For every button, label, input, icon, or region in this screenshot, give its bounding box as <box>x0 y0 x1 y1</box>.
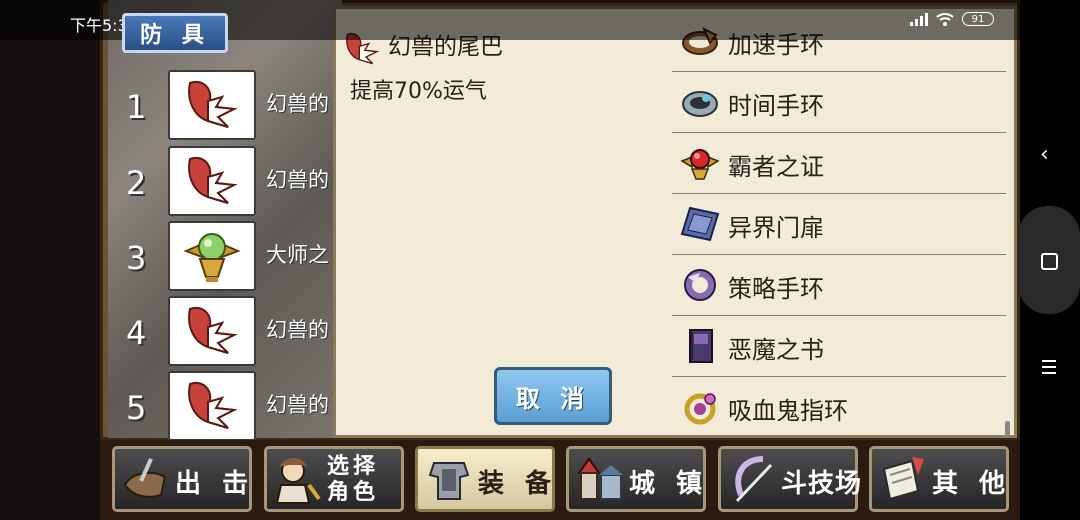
signal-icon <box>910 12 928 26</box>
slot-item-name: 大师之 <box>266 243 329 267</box>
nav-equipment-button[interactable]: 装 备 <box>415 446 555 512</box>
master-badge-icon <box>168 221 256 291</box>
item-list-scrollbar[interactable] <box>1005 421 1010 437</box>
demon-book-icon <box>689 329 713 363</box>
equipment-slot-3[interactable]: 3 大师之 <box>118 221 358 295</box>
nav-sortie-button[interactable]: 出 击 <box>112 446 252 512</box>
item-list-entry[interactable]: 恶魔之书 <box>672 316 1006 377</box>
nav-town-button[interactable]: 城 镇 <box>566 446 706 512</box>
nav-label: 斗技场 <box>781 469 863 499</box>
battery-icon: 91 <box>962 12 994 26</box>
category-tab-armor[interactable]: 防 具 <box>122 13 228 53</box>
item-list-entry[interactable]: 时间手环 <box>672 72 1006 133</box>
status-icons: 91 <box>910 12 994 26</box>
otherworld-door-icon <box>680 206 720 242</box>
item-list-entry[interactable]: 异界门扉 <box>672 194 1006 255</box>
nav-label: 其 他 <box>932 469 1012 499</box>
slot-number: 4 <box>126 314 147 352</box>
slot-number: 3 <box>126 239 147 277</box>
equipment-slot-4[interactable]: 4 幻兽的 <box>118 296 358 370</box>
equipment-slot-2[interactable]: 2 幻兽的 <box>118 146 358 220</box>
slot-number: 1 <box>126 88 147 126</box>
slot-number: 2 <box>126 164 147 202</box>
item-list-label: 异界门扉 <box>728 214 824 242</box>
fox-tail-icon <box>168 146 256 216</box>
fox-tail-icon <box>168 371 256 441</box>
item-list-label: 时间手环 <box>728 92 824 120</box>
selected-item-description: 提高70%运气 <box>350 79 487 104</box>
equipment-slot-5[interactable]: 5 幻兽的 <box>118 371 358 445</box>
slot-item-name: 幻兽的 <box>266 318 329 342</box>
equipment-slot-1[interactable]: 1 幻兽的 <box>118 70 358 144</box>
item-list-entry[interactable]: 策略手环 <box>672 255 1006 316</box>
nav-arena-button[interactable]: 斗技场 <box>718 446 861 512</box>
equipment-icon <box>428 462 470 500</box>
item-list-entry[interactable]: 吸血鬼指环 <box>672 377 1006 438</box>
nav-label: 装 备 <box>478 469 558 499</box>
nav-other-button[interactable]: 其 他 <box>869 446 1009 512</box>
sortie-icon <box>123 458 167 498</box>
vampire-ring-icon <box>684 393 716 425</box>
slot-number: 5 <box>126 389 147 427</box>
slot-item-name: 幻兽的 <box>266 92 329 116</box>
time-bracelet-icon <box>682 91 718 117</box>
game-screen: 防 具 1 幻兽的 2 幻兽的 3 大师之 4 幻兽的 5 幻兽的 幻兽的尾巴 … <box>0 0 1020 520</box>
item-list-entry[interactable]: 霸者之证 <box>672 133 1006 194</box>
slot-item-name: 幻兽的 <box>266 393 329 417</box>
slot-item-name: 幻兽的 <box>266 168 329 192</box>
champion-proof-icon <box>680 149 720 180</box>
item-list-label: 策略手环 <box>728 275 824 303</box>
nav-label: 选择 角色 <box>327 454 380 505</box>
nav-label: 城 镇 <box>629 469 709 499</box>
fox-tail-icon <box>168 296 256 366</box>
fox-tail-icon <box>168 70 256 140</box>
item-list-label: 恶魔之书 <box>728 336 824 364</box>
item-list-label: 霸者之证 <box>728 153 824 181</box>
wifi-icon <box>936 13 954 26</box>
arena-icon <box>735 456 773 503</box>
strategy-bracelet-icon <box>684 269 716 301</box>
town-icon <box>577 457 623 500</box>
nav-label: 出 击 <box>175 469 255 499</box>
cancel-button[interactable]: 取 消 <box>494 367 612 425</box>
item-list-label: 吸血鬼指环 <box>728 397 848 425</box>
back-icon[interactable]: ‹ <box>1040 142 1049 167</box>
recents-icon[interactable] <box>1042 360 1056 378</box>
character-select-icon <box>275 458 321 504</box>
item-select-popup: 幻兽的尾巴 提高70%运气 取 消 加速手环 时间手环 霸者之证 异界门扉 策略… <box>333 6 1017 438</box>
other-icon <box>882 457 924 501</box>
nav-character-select-button[interactable]: 选择 角色 <box>264 446 404 512</box>
home-icon[interactable] <box>1041 253 1058 270</box>
